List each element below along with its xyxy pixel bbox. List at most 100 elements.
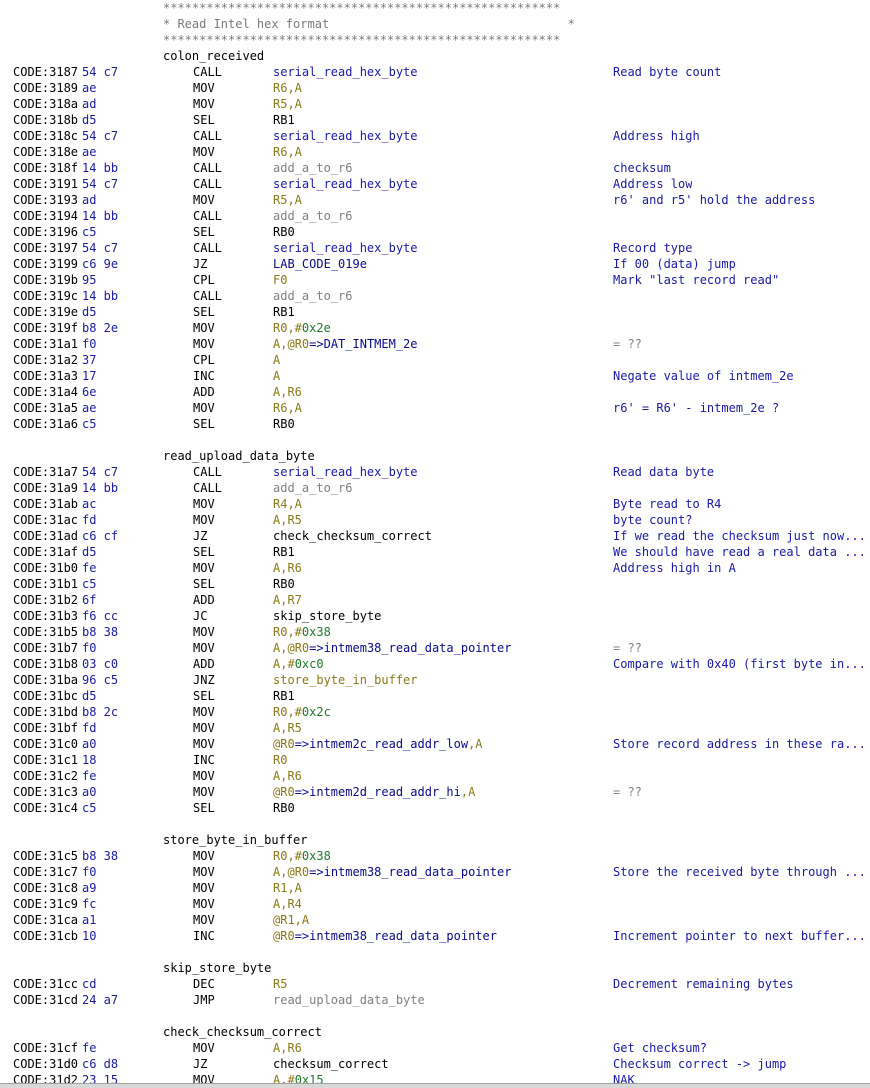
- instruction-mnemonic[interactable]: MOV: [193, 320, 215, 336]
- instruction-address[interactable]: CODE:3187: [13, 64, 78, 80]
- instruction-mnemonic[interactable]: SEL: [193, 112, 215, 128]
- operand-part[interactable]: add_a_to_r6: [273, 161, 352, 175]
- instruction-mnemonic[interactable]: CALL: [193, 176, 222, 192]
- instruction-row[interactable]: CODE:319b 95 CPL F0 Mark "last record read": [0, 272, 870, 288]
- operand-part[interactable]: =>intmem38_read_data_pointer: [295, 929, 497, 943]
- instruction-row[interactable]: CODE:31ac fd MOV A,R5 byte count?: [0, 512, 870, 528]
- operand-part[interactable]: =>intmem2d_read_addr_hi: [295, 785, 461, 799]
- instruction-mnemonic[interactable]: MOV: [193, 1040, 215, 1056]
- instruction-row[interactable]: CODE:31a7 54 c7 CALL serial_read_hex_byte Re…: [0, 464, 870, 480]
- instruction-operands[interactable]: R0,#0x38: [273, 848, 331, 864]
- instruction-operands[interactable]: R5,A: [273, 96, 302, 112]
- operand-part[interactable]: A,R5: [273, 513, 302, 527]
- instruction-operands[interactable]: A,@R0=>intmem38_read_data_pointer: [273, 640, 511, 656]
- instruction-row[interactable]: CODE:31c8 a9 MOV R1,A: [0, 880, 870, 896]
- instruction-operands[interactable]: serial_read_hex_byte: [273, 128, 418, 144]
- operand-part[interactable]: ,A: [461, 785, 475, 799]
- instruction-operands[interactable]: A,R5: [273, 512, 302, 528]
- instruction-address[interactable]: CODE:31ba: [13, 672, 78, 688]
- instruction-mnemonic[interactable]: SEL: [193, 800, 215, 816]
- instruction-mnemonic[interactable]: JMP: [193, 992, 215, 1008]
- instruction-row[interactable]: CODE:318b d5 SEL RB1: [0, 112, 870, 128]
- instruction-address[interactable]: CODE:319e: [13, 304, 78, 320]
- instruction-address[interactable]: CODE:318e: [13, 144, 78, 160]
- instruction-address[interactable]: CODE:3194: [13, 208, 78, 224]
- instruction-address[interactable]: CODE:31a1: [13, 336, 78, 352]
- instruction-mnemonic[interactable]: MOV: [193, 640, 215, 656]
- operand-part[interactable]: RB1: [273, 545, 295, 559]
- operand-part[interactable]: R0,#: [273, 321, 302, 335]
- instruction-address[interactable]: CODE:31a9: [13, 480, 78, 496]
- instruction-row[interactable]: CODE:31a9 14 bb CALL add_a_to_r6: [0, 480, 870, 496]
- operand-part[interactable]: A,R7: [273, 593, 302, 607]
- instruction-row[interactable]: CODE:31bf fd MOV A,R5: [0, 720, 870, 736]
- operand-part[interactable]: R1,A: [273, 881, 302, 895]
- operand-part[interactable]: add_a_to_r6: [273, 289, 352, 303]
- instruction-row[interactable]: CODE:31ba 96 c5 JNZ store_byte_in_buffer: [0, 672, 870, 688]
- instruction-address[interactable]: CODE:31c5: [13, 848, 78, 864]
- operand-part[interactable]: RB1: [273, 305, 295, 319]
- operand-part[interactable]: =>intmem2c_read_addr_low: [295, 737, 468, 751]
- instruction-operands[interactable]: A,R6: [273, 560, 302, 576]
- instruction-address[interactable]: CODE:31b0: [13, 560, 78, 576]
- operand-part[interactable]: LAB_CODE_019e: [273, 257, 367, 271]
- operand-part[interactable]: R0,#: [273, 849, 302, 863]
- instruction-operands[interactable]: checksum_correct: [273, 1056, 389, 1072]
- operand-part[interactable]: =>intmem38_read_data_pointer: [309, 865, 511, 879]
- instruction-address[interactable]: CODE:31ca: [13, 912, 78, 928]
- instruction-operands[interactable]: R6,A: [273, 144, 302, 160]
- instruction-mnemonic[interactable]: MOV: [193, 560, 215, 576]
- operand-part[interactable]: @R1,A: [273, 913, 309, 927]
- instruction-operands[interactable]: RB1: [273, 304, 295, 320]
- instruction-operands[interactable]: @R1,A: [273, 912, 309, 928]
- instruction-operands[interactable]: F0: [273, 272, 287, 288]
- operand-part[interactable]: A,@: [273, 865, 295, 879]
- operand-part[interactable]: serial_read_hex_byte: [273, 65, 418, 79]
- instruction-row[interactable]: CODE:31c4 c5 SEL RB0: [0, 800, 870, 816]
- instruction-address[interactable]: CODE:31af: [13, 544, 78, 560]
- instruction-address[interactable]: CODE:31cc: [13, 976, 78, 992]
- instruction-address[interactable]: CODE:31bd: [13, 704, 78, 720]
- code-label-line[interactable]: skip_store_byte: [0, 960, 870, 976]
- instruction-operands[interactable]: @R0=>intmem38_read_data_pointer: [273, 928, 497, 944]
- instruction-address[interactable]: CODE:3199: [13, 256, 78, 272]
- instruction-row[interactable]: CODE:31b3 f6 cc JC skip_store_byte: [0, 608, 870, 624]
- instruction-operands[interactable]: A,@R0=>DAT_INTMEM_2e: [273, 336, 418, 352]
- instruction-address[interactable]: CODE:31ad: [13, 528, 78, 544]
- operand-part[interactable]: A,@: [273, 641, 295, 655]
- instruction-row[interactable]: CODE:3193 ad MOV R5,A r6' and r5' hold the a…: [0, 192, 870, 208]
- instruction-operands[interactable]: R6,A: [273, 80, 302, 96]
- instruction-mnemonic[interactable]: DEC: [193, 976, 215, 992]
- operand-part[interactable]: check_checksum_correct: [273, 529, 432, 543]
- instruction-address[interactable]: CODE:31b1: [13, 576, 78, 592]
- instruction-address[interactable]: CODE:31a5: [13, 400, 78, 416]
- instruction-address[interactable]: CODE:318a: [13, 96, 78, 112]
- instruction-operands[interactable]: @R0=>intmem2c_read_addr_low,A: [273, 736, 483, 752]
- instruction-row[interactable]: CODE:31cf fe MOV A,R6 Get checksum?: [0, 1040, 870, 1056]
- instruction-address[interactable]: CODE:3191: [13, 176, 78, 192]
- instruction-address[interactable]: CODE:3189: [13, 80, 78, 96]
- instruction-row[interactable]: CODE:318a ad MOV R5,A: [0, 96, 870, 112]
- instruction-address[interactable]: CODE:31cf: [13, 1040, 78, 1056]
- instruction-address[interactable]: CODE:31c4: [13, 800, 78, 816]
- instruction-mnemonic[interactable]: MOV: [193, 400, 215, 416]
- code-label[interactable]: skip_store_byte: [163, 960, 271, 976]
- operand-part[interactable]: R0,#: [273, 625, 302, 639]
- instruction-mnemonic[interactable]: SEL: [193, 416, 215, 432]
- instruction-mnemonic[interactable]: SEL: [193, 544, 215, 560]
- instruction-operands[interactable]: serial_read_hex_byte: [273, 240, 418, 256]
- instruction-operands[interactable]: A,R6: [273, 384, 302, 400]
- instruction-mnemonic[interactable]: MOV: [193, 864, 215, 880]
- operand-part[interactable]: A,@: [273, 337, 295, 351]
- instruction-row[interactable]: CODE:31c0 a0 MOV @R0=>intmem2c_read_addr_lo…: [0, 736, 870, 752]
- instruction-address[interactable]: CODE:319f: [13, 320, 78, 336]
- instruction-row[interactable]: CODE:318c 54 c7 CALL serial_read_hex_byte Ad…: [0, 128, 870, 144]
- operand-part[interactable]: R6,A: [273, 145, 302, 159]
- operand-part[interactable]: R5: [273, 977, 287, 991]
- instruction-mnemonic[interactable]: JZ: [193, 528, 207, 544]
- operand-part[interactable]: checksum_correct: [273, 1057, 389, 1071]
- instruction-operands[interactable]: add_a_to_r6: [273, 208, 352, 224]
- operand-part[interactable]: 0x2c: [302, 705, 331, 719]
- instruction-mnemonic[interactable]: SEL: [193, 224, 215, 240]
- operand-part[interactable]: R0: [295, 337, 309, 351]
